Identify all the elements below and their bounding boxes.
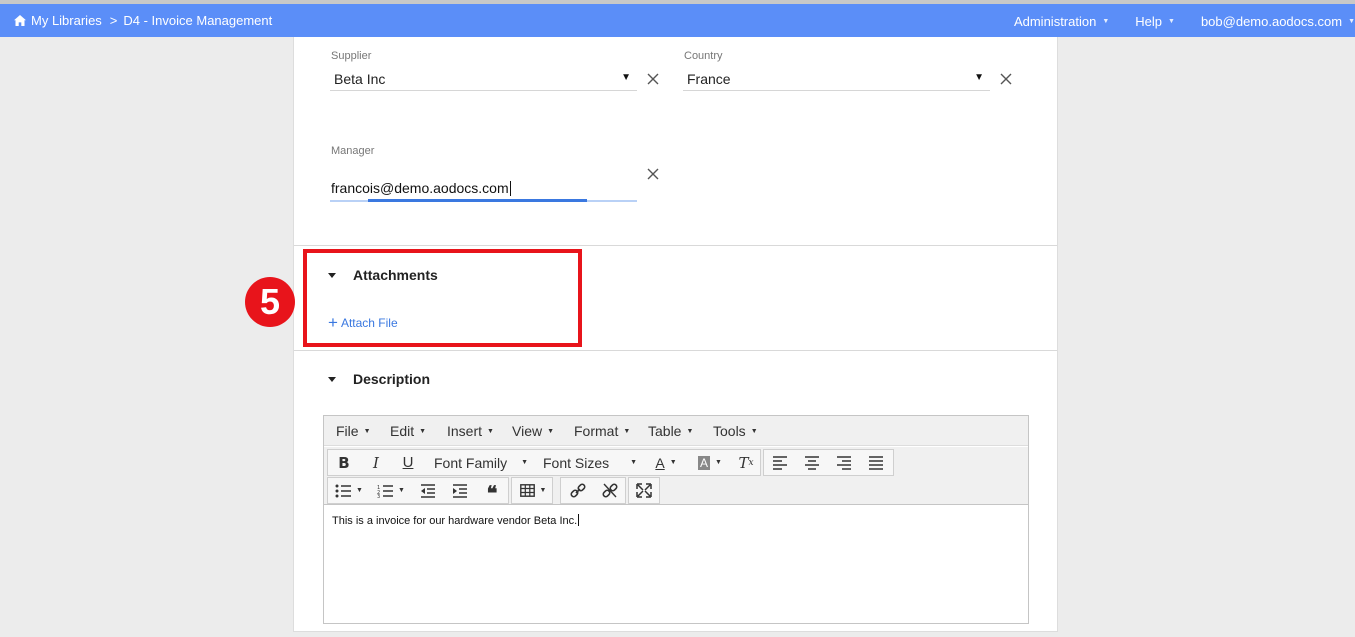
fullscreen-group: [628, 477, 660, 504]
format-group: B I U Font Family ▼ Font Sizes ▼ A ▼ A ▼ Tx: [327, 449, 761, 476]
blockquote-icon[interactable]: ❝: [480, 478, 504, 505]
navbar: My Libraries > D4 - Invoice Management A…: [0, 4, 1355, 37]
breadcrumb: My Libraries > D4 - Invoice Management: [14, 13, 272, 28]
user-email: bob@demo.aodocs.com: [1200, 14, 1343, 29]
editor-menubar: File ▼ Edit ▼ Insert ▼ View ▼ Format ▼ Table ▼…: [324, 416, 1028, 446]
bold-icon[interactable]: B: [332, 450, 356, 475]
supplier-select[interactable]: Beta Inc ▼: [330, 71, 637, 91]
rich-text-editor: File ▼ Edit ▼ Insert ▼ View ▼ Format ▼ Table ▼…: [323, 415, 1029, 624]
editor-menu-table[interactable]: Table ▼: [648, 423, 693, 439]
editor-content[interactable]: This is a invoice for our hardware vendo…: [332, 514, 580, 527]
supplier-value: Beta Inc: [334, 71, 386, 87]
caret-down-icon: ▼: [1348, 18, 1355, 25]
editor-menu-view[interactable]: View ▼: [512, 423, 554, 439]
description-title[interactable]: Description: [353, 371, 430, 387]
clear-country-icon[interactable]: [999, 72, 1013, 86]
administration-label: Administration: [1013, 14, 1097, 29]
help-menu[interactable]: Help ▼: [1135, 14, 1175, 29]
manager-input-progress: [368, 199, 587, 202]
clear-manager-icon[interactable]: [646, 167, 660, 181]
align-right-icon[interactable]: [834, 450, 854, 475]
italic-icon[interactable]: I: [364, 450, 388, 475]
remove-link-icon[interactable]: [599, 478, 621, 503]
section-divider: [294, 245, 1057, 246]
svg-text:3: 3: [377, 494, 380, 498]
indent-icon[interactable]: [450, 478, 470, 503]
supplier-label: Supplier: [331, 50, 372, 62]
breadcrumb-library[interactable]: D4 - Invoice Management: [123, 13, 272, 28]
caret-down-icon: ▼: [1102, 18, 1110, 25]
align-justify-icon[interactable]: [866, 450, 886, 475]
dropdown-arrow-icon: ▼: [621, 72, 631, 83]
table-group: ▼: [511, 477, 553, 504]
editor-menu-format[interactable]: Format ▼: [574, 423, 630, 439]
insert-link-icon[interactable]: [567, 478, 589, 503]
outdent-icon[interactable]: [418, 478, 438, 503]
manager-label: Manager: [331, 145, 375, 157]
section-divider: [294, 350, 1057, 351]
background-color-icon[interactable]: A ▼: [694, 450, 726, 475]
editor-menu-file[interactable]: File ▼: [336, 423, 371, 439]
editor-menu-edit[interactable]: Edit ▼: [390, 423, 426, 439]
text-color-icon[interactable]: A ▼: [650, 450, 682, 475]
clear-supplier-icon[interactable]: [646, 72, 660, 86]
step-badge: 5: [245, 277, 295, 327]
link-group: [560, 477, 626, 504]
country-select[interactable]: France ▼: [683, 71, 990, 91]
fullscreen-icon[interactable]: [633, 478, 655, 503]
country-label: Country: [684, 50, 723, 62]
manager-value: francois@demo.aodocs.com: [331, 180, 511, 196]
align-center-icon[interactable]: [802, 450, 822, 475]
user-menu[interactable]: bob@demo.aodocs.com ▼: [1201, 14, 1355, 29]
help-label: Help: [1135, 14, 1163, 29]
align-group: [763, 449, 894, 476]
administration-menu[interactable]: Administration ▼: [1014, 14, 1109, 29]
editor-menu-tools[interactable]: Tools ▼: [713, 423, 758, 439]
editor-menu-insert[interactable]: Insert ▼: [447, 423, 494, 439]
numbered-list-icon[interactable]: 1 2 3 ▼: [374, 478, 408, 503]
table-icon[interactable]: ▼: [516, 478, 550, 503]
breadcrumb-my-libraries[interactable]: My Libraries: [31, 13, 102, 28]
collapse-description-icon[interactable]: [328, 377, 336, 382]
align-left-icon[interactable]: [770, 450, 790, 475]
list-group: ▼ 1 2 3 ▼ ❝: [327, 477, 509, 505]
caret-down-icon: ▼: [1168, 18, 1175, 25]
editor-toolbar: B I U Font Family ▼ Font Sizes ▼ A ▼ A ▼ Tx: [324, 447, 1028, 505]
breadcrumb-separator: >: [109, 13, 118, 28]
bullet-list-icon[interactable]: ▼: [332, 478, 366, 503]
underline-icon[interactable]: U: [396, 450, 420, 475]
font-sizes-select[interactable]: Font Sizes ▼: [543, 450, 641, 475]
annotation-highlight: [303, 249, 582, 347]
clear-formatting-icon[interactable]: Tx: [734, 450, 758, 475]
country-value: France: [687, 71, 731, 87]
font-family-select[interactable]: Font Family ▼: [434, 450, 532, 475]
home-icon: [14, 15, 26, 26]
dropdown-arrow-icon: ▼: [974, 72, 984, 83]
